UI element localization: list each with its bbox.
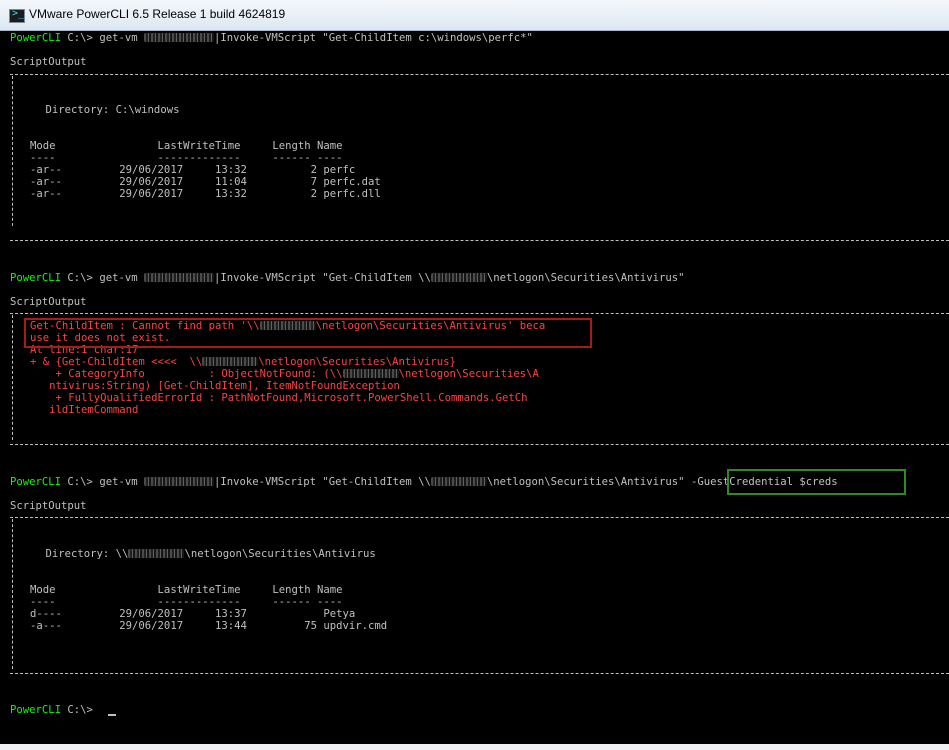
command-text: get-vm [99,476,144,488]
directory-label: Directory: C:\windows [20,104,180,116]
error-line: ildItemCommand [30,404,139,416]
prompt-path: C:\> [67,272,93,284]
command-text: \netlogon\Securities\Antivirus" [486,272,685,284]
prompt-label: PowerCLI [10,272,62,284]
error-highlight-box [24,318,592,348]
command-text: \netlogon\Securities\Antivirus" [486,476,691,488]
powercli-icon: >_ [9,8,25,23]
output-border [12,315,13,440]
command-line-prompt[interactable]: PowerCLI C:\> [10,704,93,716]
separator [10,444,949,445]
script-output-header: ScriptOutput [10,500,87,512]
output-border [12,519,13,669]
window-bottom-border [0,744,949,750]
redacted-vm-name [143,33,214,42]
file-row: -ar-- 29/06/2017 13:32 2 perfc.dll [30,188,381,200]
file-row: -a--- 29/06/2017 13:44 75 updvir.cmd [30,620,388,632]
prompt-path: C:\> [67,476,93,488]
script-output-header: ScriptOutput [10,56,87,68]
listing-header: Mode LastWriteTime Length Name [30,584,343,596]
prompt-path: C:\> [67,32,93,44]
separator [10,673,949,674]
title-bar[interactable]: >_ VMware PowerCLI 6.5 Release 1 build 4… [0,0,949,31]
error-line: + & {Get-ChildItem <<<< \\ \netlogon\Secu… [30,356,456,368]
redacted-domain [430,477,487,486]
redacted-vm-name [143,273,214,282]
command-line-2: PowerCLI C:\> get-vm |Invoke-VMScript "G… [10,272,685,284]
prompt-label: PowerCLI [10,704,62,716]
separator [10,313,949,314]
command-text: |Invoke-VMScript "Get-ChildItem c:\windo… [213,32,533,44]
error-line: + FullyQualifiedErrorId : PathNotFound,M… [30,392,528,404]
console-output[interactable]: PowerCLI C:\> get-vm |Invoke-VMScript "G… [0,30,949,744]
error-line: ntivirus:String) [Get-ChildItem], ItemNo… [30,380,400,392]
redacted-vm-name [143,477,214,486]
file-row: -ar-- 29/06/2017 13:32 2 perfc [30,164,356,176]
command-line-1: PowerCLI C:\> get-vm |Invoke-VMScript "G… [10,32,533,44]
file-row: -ar-- 29/06/2017 11:04 7 perfc.dat [30,176,381,188]
redacted-domain [128,549,185,558]
window-title: VMware PowerCLI 6.5 Release 1 build 4624… [29,7,286,21]
command-text: get-vm [99,32,144,44]
script-output-header: ScriptOutput [10,296,87,308]
prompt-label: PowerCLI [10,476,62,488]
separator [10,240,949,241]
redacted-domain [342,369,399,378]
output-border [12,76,13,226]
separator [10,74,949,75]
listing-underline: ---- ------------- ------ ---- [30,596,343,608]
directory-label: Directory: \\ \netlogon\Securities\Antivi… [20,548,376,560]
listing-header: Mode LastWriteTime Length Name [30,140,343,152]
redacted-domain [202,357,259,366]
credential-highlight-box [727,469,906,495]
prompt-path: C:\> [67,704,93,716]
command-text: |Invoke-VMScript "Get-ChildItem \\ [213,272,431,284]
command-text: get-vm [99,272,144,284]
error-line: + CategoryInfo : ObjectNotFound: (\\ \net… [30,368,539,380]
command-text: |Invoke-VMScript "Get-ChildItem \\ [213,476,431,488]
listing-underline: ---- ------------- ------ ---- [30,152,343,164]
command-line-3: PowerCLI C:\> get-vm |Invoke-VMScript "G… [10,476,838,488]
file-row: d---- 29/06/2017 13:37 Petya [30,608,356,620]
separator [10,517,949,518]
redacted-domain [430,273,487,282]
text-cursor [108,714,116,716]
prompt-label: PowerCLI [10,32,62,44]
